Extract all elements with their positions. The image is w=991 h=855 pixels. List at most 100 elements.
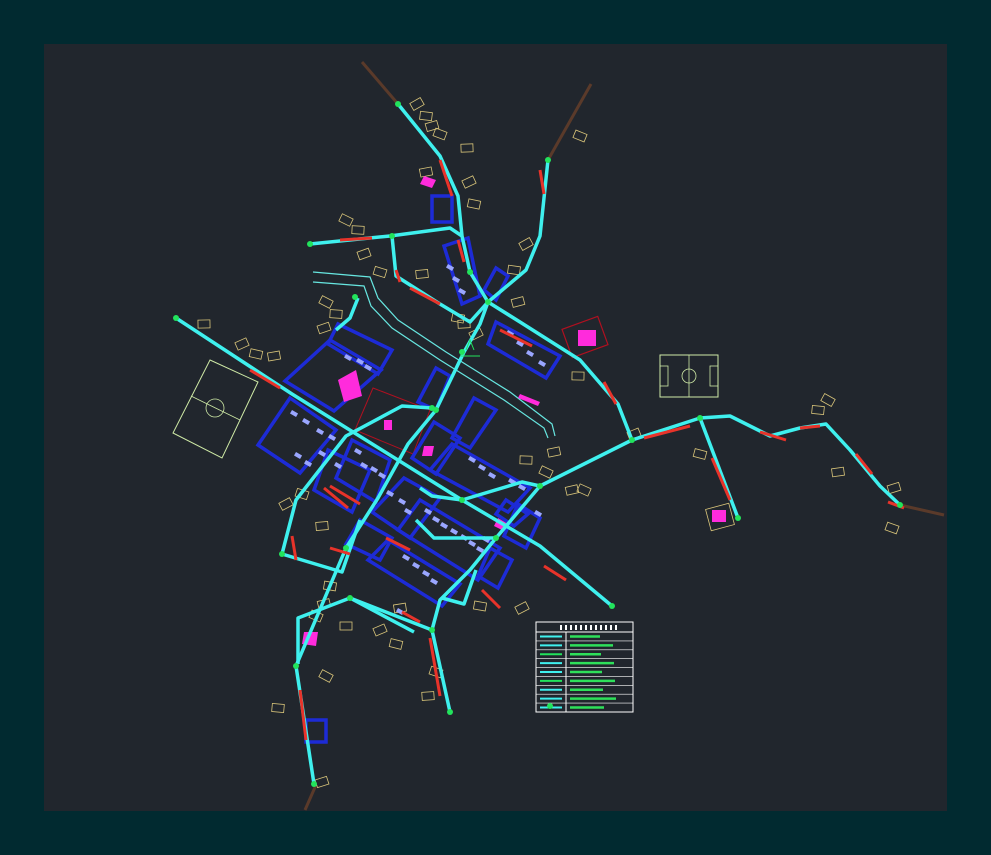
outer-road xyxy=(360,61,400,105)
building-lot xyxy=(692,448,708,460)
building-lot xyxy=(415,268,429,280)
goal-area xyxy=(709,365,719,387)
building-lot xyxy=(329,309,343,319)
building-lot xyxy=(538,465,554,479)
building xyxy=(422,570,431,577)
water-main-segment xyxy=(799,424,821,430)
building xyxy=(468,540,477,547)
legend-header-mark xyxy=(615,625,617,630)
public-building xyxy=(712,510,726,522)
water-main-segment xyxy=(409,286,441,306)
outer-road xyxy=(303,784,318,811)
network-node xyxy=(629,437,635,443)
building-lot xyxy=(424,120,440,132)
legend-header-mark xyxy=(565,625,567,630)
cad-viewport[interactable] xyxy=(0,0,991,855)
water-main xyxy=(175,316,614,608)
outer-road xyxy=(546,83,593,161)
building-lot xyxy=(338,213,354,227)
building-lot xyxy=(278,497,294,511)
building xyxy=(526,349,535,357)
building-lot xyxy=(356,247,372,261)
urban-block xyxy=(441,235,482,307)
legend-table xyxy=(535,621,634,713)
building-lot xyxy=(316,321,332,335)
water-main-segment xyxy=(249,368,281,390)
network-node xyxy=(347,595,353,601)
legend-node-symbol xyxy=(547,703,553,709)
urban-block xyxy=(427,441,533,515)
network-node xyxy=(279,551,285,557)
building xyxy=(432,516,441,523)
field-midline xyxy=(190,395,241,421)
legend-header-mark xyxy=(585,625,587,630)
building xyxy=(488,471,497,479)
network-node xyxy=(459,497,465,503)
network-node xyxy=(307,241,313,247)
legend-header-mark xyxy=(610,625,612,630)
building xyxy=(294,452,303,459)
building xyxy=(354,447,363,455)
building-lot xyxy=(461,175,477,189)
building-lot xyxy=(318,669,334,683)
building-lot xyxy=(510,296,526,308)
building-lot xyxy=(372,265,388,279)
network-node xyxy=(545,157,551,163)
building-lot xyxy=(564,484,580,496)
network-node xyxy=(173,315,179,321)
building xyxy=(398,497,407,505)
building xyxy=(412,562,421,569)
urban-block xyxy=(304,718,328,744)
water-main xyxy=(309,226,463,246)
football-field xyxy=(172,359,259,459)
building-lot xyxy=(460,143,474,153)
building xyxy=(290,410,299,417)
building-lot xyxy=(339,621,353,631)
building-lot xyxy=(314,775,330,789)
building xyxy=(478,464,487,471)
building-lot xyxy=(409,96,425,112)
building-lot xyxy=(518,237,534,251)
urban-block xyxy=(485,319,563,381)
building-lot xyxy=(572,129,588,143)
network-node xyxy=(343,545,349,551)
water-main-segment xyxy=(854,453,874,475)
building xyxy=(316,428,325,435)
building xyxy=(430,578,439,585)
building-lot xyxy=(388,638,404,650)
building-lot xyxy=(507,264,521,276)
legend-header-mark xyxy=(570,625,572,630)
network-node xyxy=(537,483,543,489)
network-node xyxy=(467,269,473,275)
public-building xyxy=(578,330,596,346)
building-lot xyxy=(466,198,482,210)
building-lot xyxy=(418,166,434,178)
building-lot xyxy=(886,481,902,495)
network-node xyxy=(447,709,453,715)
building-lot xyxy=(546,446,562,458)
network-node xyxy=(433,407,439,413)
building-lot xyxy=(271,703,285,713)
urban-block xyxy=(430,194,454,224)
water-main-segment xyxy=(538,169,546,195)
legend-header-mark xyxy=(605,625,607,630)
network-node xyxy=(352,294,358,300)
town-plan-map xyxy=(172,61,945,811)
water-main-segment xyxy=(339,236,373,242)
network-node xyxy=(897,502,903,508)
network-node xyxy=(485,299,491,305)
building xyxy=(538,359,547,367)
network-node xyxy=(493,535,499,541)
water-main-segment xyxy=(710,457,732,501)
building-lot xyxy=(831,466,845,478)
legend-header-mark xyxy=(590,625,592,630)
building-lot xyxy=(519,455,533,465)
network-node xyxy=(311,781,317,787)
network-node xyxy=(697,415,703,421)
water-main-segment xyxy=(543,564,567,582)
network-node xyxy=(735,515,741,521)
water-main-segment xyxy=(480,588,502,610)
public-building xyxy=(420,176,436,188)
building-lot xyxy=(419,110,433,122)
building-lot xyxy=(576,483,592,497)
